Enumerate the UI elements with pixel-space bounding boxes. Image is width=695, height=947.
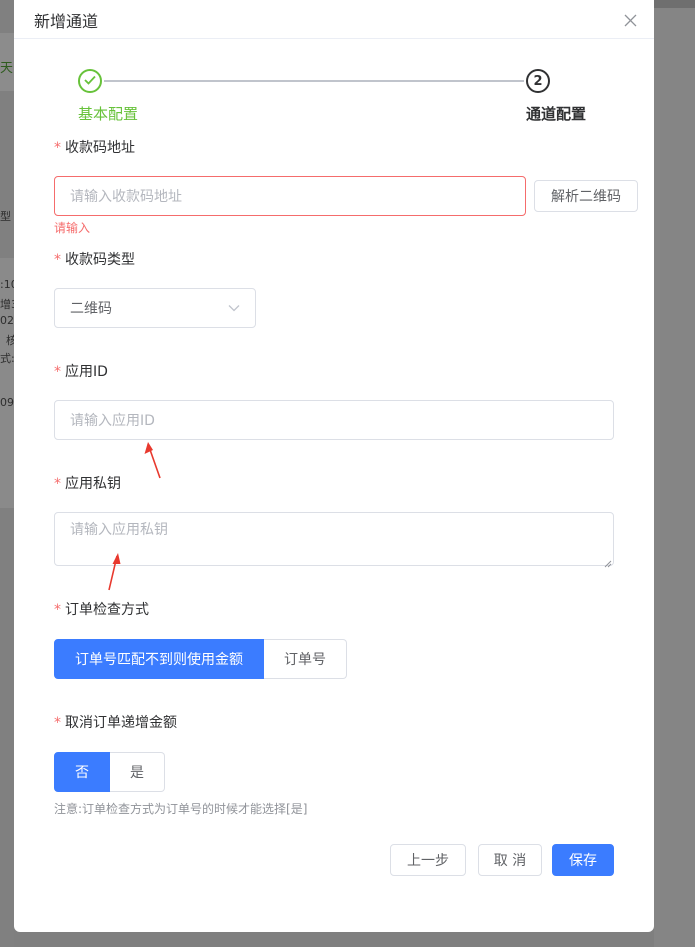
app-id-label-text: 应用ID [65, 364, 108, 380]
cancel-increment-option-yes[interactable]: 是 [110, 752, 165, 792]
order-check-label-text: 订单检查方式 [65, 602, 149, 618]
cancel-button[interactable]: 取 消 [478, 844, 542, 876]
qr-address-error: 请输入 [54, 221, 91, 235]
qr-address-placeholder: 请输入收款码地址 [70, 189, 182, 205]
app-id-label: * 应用ID [54, 361, 108, 381]
chevron-down-icon [228, 300, 240, 316]
background-text: 式: [0, 352, 15, 365]
qr-address-input[interactable]: 请输入收款码地址 [54, 176, 526, 216]
check-icon [84, 73, 96, 89]
required-mark: * [54, 476, 61, 492]
close-icon[interactable] [624, 14, 637, 27]
required-mark: * [54, 715, 61, 731]
parse-qr-button[interactable]: 解析二维码 [534, 180, 638, 212]
required-mark: * [54, 140, 61, 156]
app-key-label-text: 应用私钥 [65, 476, 121, 492]
cancel-increment-radio-group: 否 是 [54, 752, 165, 792]
add-channel-dialog: 新增通道 基本配置 2 通道配置 * 收款码地址 请输入收款码地址 解析二维码 请… [14, 0, 654, 932]
save-button[interactable]: 保存 [552, 844, 614, 876]
app-id-placeholder: 请输入应用ID [70, 413, 155, 429]
step-1-title: 基本配置 [78, 105, 139, 123]
app-key-label: * 应用私钥 [54, 473, 121, 493]
dialog-title: 新增通道 [34, 12, 99, 31]
background-text: 天 [0, 61, 14, 76]
required-mark: * [54, 364, 61, 380]
app-key-placeholder: 请输入应用私钥 [70, 522, 168, 538]
background-page-right [654, 0, 695, 947]
required-mark: * [54, 252, 61, 268]
annotation-arrow-icon [106, 552, 122, 596]
qr-type-label-text: 收款码类型 [65, 252, 135, 268]
qr-type-select[interactable]: 二维码 [54, 288, 256, 328]
app-id-input[interactable]: 请输入应用ID [54, 400, 614, 440]
steps-connector [104, 80, 524, 82]
annotation-arrow-icon [142, 440, 166, 486]
cancel-increment-label-text: 取消订单递增金额 [65, 715, 177, 731]
qr-address-label: * 收款码地址 [54, 137, 135, 157]
order-check-option-match-amount[interactable]: 订单号匹配不到则使用金额 [54, 639, 264, 679]
qr-address-label-text: 收款码地址 [65, 140, 135, 156]
background-text: 型 [0, 210, 11, 223]
resize-handle-icon[interactable] [604, 556, 612, 568]
dialog-header: 新增通道 [14, 0, 654, 39]
cancel-increment-option-no[interactable]: 否 [54, 752, 110, 792]
background-page-right-top [654, 0, 695, 8]
note-text: 注意:订单检查方式为订单号的时候才能选择[是] [54, 802, 308, 816]
step-2-title: 通道配置 [526, 105, 587, 123]
qr-type-label: * 收款码类型 [54, 249, 135, 269]
app-key-textarea[interactable]: 请输入应用私钥 [54, 512, 614, 568]
background-text: 09 [0, 396, 14, 409]
order-check-option-order-no[interactable]: 订单号 [264, 639, 347, 679]
required-mark: * [54, 602, 61, 618]
qr-type-value: 二维码 [70, 301, 112, 317]
order-check-label: * 订单检查方式 [54, 599, 149, 619]
cancel-increment-label: * 取消订单递增金额 [54, 712, 177, 732]
step-2-status: 2 [526, 69, 550, 93]
order-check-radio-group: 订单号匹配不到则使用金额 订单号 [54, 639, 347, 679]
step-1-status [78, 69, 102, 93]
prev-step-button[interactable]: 上一步 [390, 844, 466, 876]
